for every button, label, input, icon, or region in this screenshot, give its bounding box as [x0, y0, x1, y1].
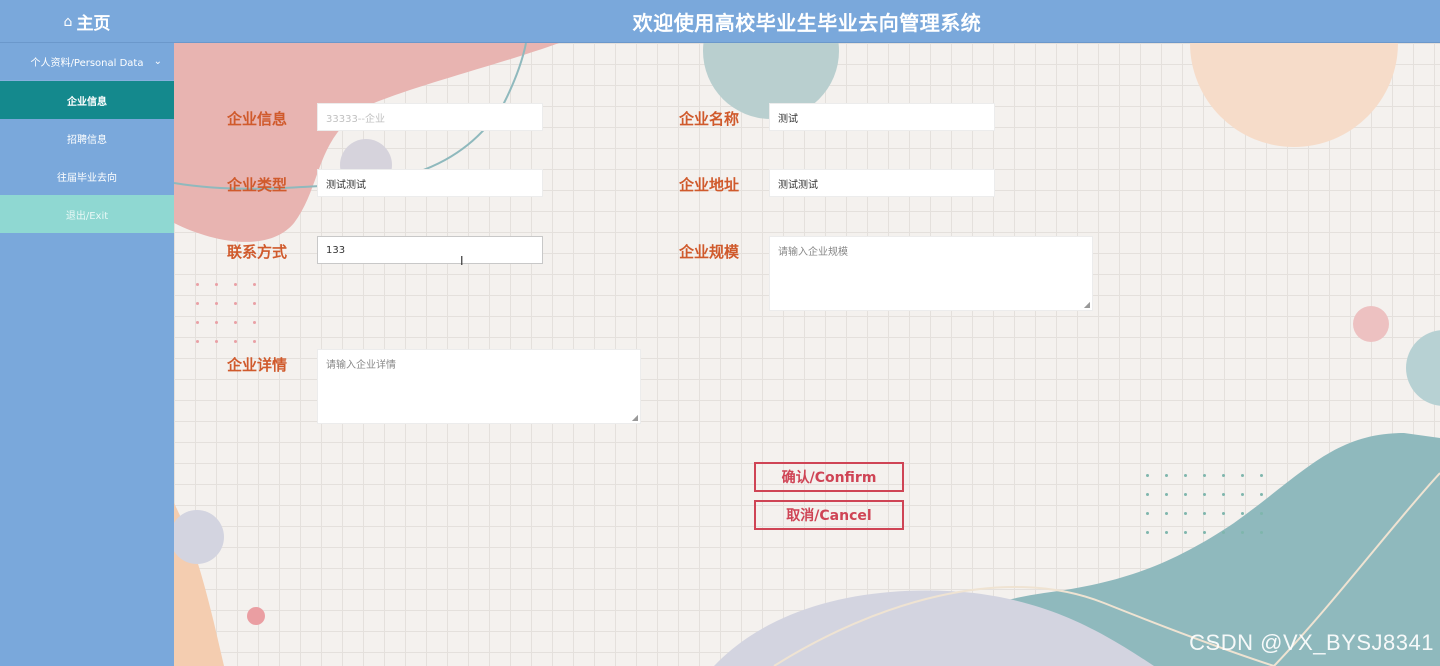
- cancel-button[interactable]: 取消/Cancel: [754, 500, 904, 530]
- company-details-textarea[interactable]: 请输入企业详情 ◢: [317, 349, 641, 424]
- sidebar-item-company-info[interactable]: 企业信息: [0, 81, 174, 119]
- company-scale-textarea[interactable]: 请输入企业规模 ◢: [769, 236, 1093, 311]
- home-label: 主页: [76, 14, 111, 34]
- watermark: CSDN @VX_BYSJ8341: [1189, 630, 1434, 655]
- company-name-input[interactable]: 测试: [769, 103, 995, 131]
- company-account-input[interactable]: 33333--企业: [317, 103, 543, 131]
- resize-grip-icon[interactable]: ◢: [632, 414, 638, 422]
- company-name-label: 企业名称: [679, 110, 740, 128]
- resize-grip-icon[interactable]: ◢: [1084, 301, 1090, 309]
- company-type-label: 企业类型: [227, 176, 288, 194]
- company-address-label: 企业地址: [679, 176, 740, 194]
- sidebar-item-recruitment-info[interactable]: 招聘信息: [0, 119, 174, 157]
- company-account-label: 企业信息: [227, 110, 288, 128]
- company-details-placeholder: 请输入企业详情: [326, 360, 396, 371]
- sidebar-item-label: 招聘信息: [67, 134, 107, 146]
- company-info-form: 企业信息 33333--企业 企业名称 测试 企业类型 测试测试 企业地址 测试…: [174, 43, 1440, 666]
- company-scale-placeholder: 请输入企业规模: [778, 247, 848, 258]
- sidebar: 个人资料/Personal Data ⌄ 企业信息 招聘信息 往届毕业去向 退出…: [0, 43, 174, 666]
- sidebar-item-label: 往届毕业去向: [57, 172, 117, 184]
- confirm-button[interactable]: 确认/Confirm: [754, 462, 904, 492]
- sidebar-group-label: 个人资料/Personal Data: [30, 58, 144, 69]
- page-title: 欢迎使用高校毕业生毕业去向管理系统: [632, 11, 982, 35]
- sidebar-group-personal-data[interactable]: 个人资料/Personal Data ⌄: [0, 43, 174, 81]
- sidebar-item-label: 退出/Exit: [65, 210, 109, 222]
- company-scale-label: 企业规模: [679, 243, 740, 261]
- chevron-down-icon: ⌄: [153, 56, 162, 67]
- company-type-input[interactable]: 测试测试: [317, 169, 543, 197]
- sidebar-item-past-graduate-destinations[interactable]: 往届毕业去向: [0, 157, 174, 195]
- contact-input[interactable]: 133: [317, 236, 543, 264]
- text-cursor-icon: I: [460, 254, 464, 268]
- sidebar-item-exit[interactable]: 退出/Exit: [0, 195, 174, 233]
- company-details-label: 企业详情: [227, 356, 288, 374]
- contact-label: 联系方式: [227, 243, 288, 261]
- top-bar: ⌂ 主页 欢迎使用高校毕业生毕业去向管理系统: [0, 0, 1440, 43]
- company-address-input[interactable]: 测试测试: [769, 169, 995, 197]
- home-link[interactable]: ⌂ 主页: [0, 0, 174, 43]
- home-icon: ⌂: [63, 13, 73, 30]
- main-content: 企业信息 33333--企业 企业名称 测试 企业类型 测试测试 企业地址 测试…: [174, 43, 1440, 666]
- sidebar-item-label: 企业信息: [67, 96, 107, 108]
